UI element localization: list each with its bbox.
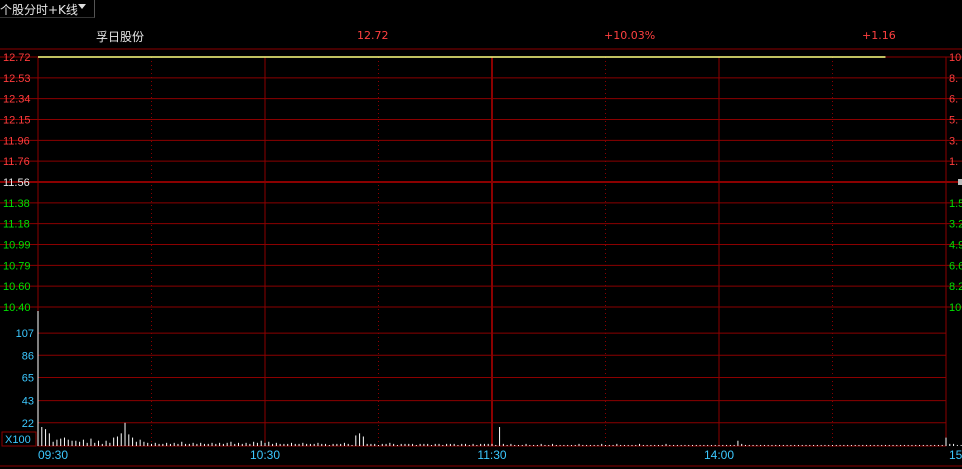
volume-unit-label: X100	[5, 434, 31, 446]
pct-tick-label: 3.	[949, 135, 958, 147]
price-tick-label: 12.72	[3, 52, 31, 64]
pct-tick-label: 10	[949, 52, 961, 64]
price-tick-label: 11.96	[3, 135, 30, 147]
volume-tick-label: 86	[22, 350, 34, 362]
pct-tick-label: 5.	[949, 115, 958, 127]
pct-tick-label: 3.2	[949, 219, 962, 231]
pct-tick-label: 1.5	[949, 198, 962, 210]
price-tick-label: 10.60	[3, 281, 31, 293]
volume-tick-label: 107	[16, 328, 34, 340]
volume-tick-label: 22	[22, 418, 34, 430]
price-tick-label: 10.99	[3, 240, 31, 252]
pct-tick-label: 6.6	[949, 260, 962, 272]
pct-tick-label: 8.	[949, 73, 958, 85]
volume-tick-label: 43	[22, 396, 34, 408]
pct-tick-label: 1.	[949, 156, 958, 168]
price-tick-label: 12.53	[3, 73, 31, 85]
price-tick-label: 11.76	[3, 156, 30, 168]
prev-close-marker	[958, 179, 962, 185]
price-tick-label: 11.38	[3, 198, 30, 210]
volume-tick-label: 65	[22, 372, 34, 384]
price-tick-label: 10.79	[3, 260, 31, 272]
intraday-chart[interactable]: 12.72 10 12.53 8. 12.34 6. 12.15 5. 11.96 3. 11.76…	[0, 0, 962, 469]
time-label: 09:30	[38, 448, 68, 462]
time-label: 14:00	[704, 448, 734, 462]
price-tick-label: 10.40	[3, 302, 31, 314]
price-tick-label: 11.18	[3, 219, 30, 231]
time-label: 11:30	[477, 448, 506, 462]
price-tick-label: 12.15	[3, 115, 31, 127]
pct-tick-label: 4.9	[949, 240, 962, 252]
price-tick-label: 11.56	[3, 177, 30, 189]
time-label: 15	[949, 448, 962, 462]
pct-tick-label: 10	[949, 302, 961, 314]
price-tick-label: 12.34	[3, 94, 31, 106]
pct-tick-label: 6.	[949, 94, 958, 106]
pct-tick-label: 8.2	[949, 281, 962, 293]
time-label: 10:30	[250, 448, 280, 462]
